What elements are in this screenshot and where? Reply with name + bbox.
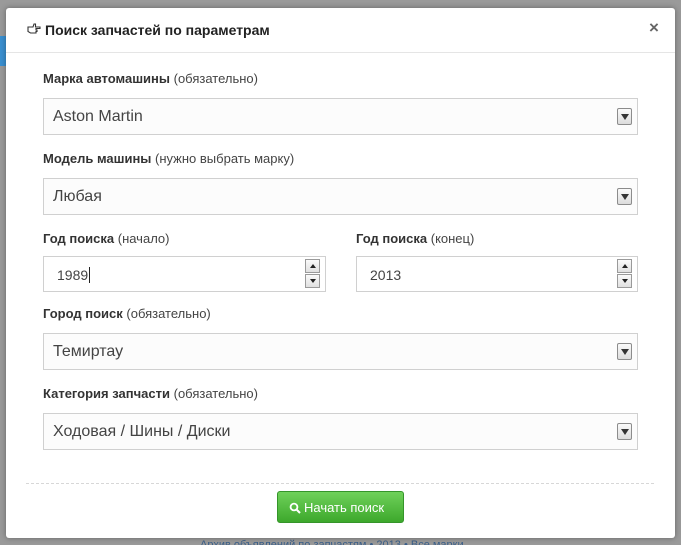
footer-divider bbox=[26, 483, 654, 484]
spin-down-icon[interactable] bbox=[305, 274, 320, 288]
category-label: Категория запчасти (обязательно) bbox=[43, 386, 258, 401]
city-select[interactable]: Темиртау bbox=[43, 333, 638, 370]
start-search-button[interactable]: Начать поиск bbox=[277, 491, 404, 523]
modal-title: Поиск запчастей по параметрам bbox=[45, 22, 270, 38]
spin-down-icon[interactable] bbox=[617, 274, 632, 288]
city-select-value: Темиртау bbox=[53, 343, 124, 360]
hand-point-right-icon bbox=[27, 22, 41, 36]
search-modal: Поиск запчастей по параметрам × Марка ав… bbox=[6, 8, 675, 538]
model-select-value: Любая bbox=[53, 188, 102, 205]
spin-up-icon[interactable] bbox=[305, 259, 320, 273]
chevron-down-icon[interactable] bbox=[617, 423, 632, 440]
category-select[interactable]: Ходовая / Шины / Диски bbox=[43, 413, 638, 450]
brand-select[interactable]: Aston Martin bbox=[43, 98, 638, 135]
model-select[interactable]: Любая bbox=[43, 178, 638, 215]
year-to-label: Год поиска (конец) bbox=[356, 231, 475, 246]
year-to-input[interactable]: 2013 bbox=[356, 256, 638, 292]
brand-select-value: Aston Martin bbox=[53, 108, 143, 125]
year-from-label: Год поиска (начало) bbox=[43, 231, 170, 246]
city-label: Город поиск (обязательно) bbox=[43, 306, 211, 321]
year-from-input[interactable]: 1989 bbox=[43, 256, 326, 292]
chevron-down-icon[interactable] bbox=[617, 343, 632, 360]
chevron-down-icon[interactable] bbox=[617, 108, 632, 125]
spin-up-icon[interactable] bbox=[617, 259, 632, 273]
close-button[interactable]: × bbox=[649, 18, 659, 38]
year-from-value: 1989 bbox=[57, 267, 91, 283]
chevron-down-icon[interactable] bbox=[617, 188, 632, 205]
start-search-label: Начать поиск bbox=[304, 500, 385, 515]
model-label: Модель машины (нужно выбрать марку) bbox=[43, 151, 295, 166]
category-select-value: Ходовая / Шины / Диски bbox=[53, 423, 231, 440]
search-icon bbox=[289, 501, 301, 519]
year-to-value: 2013 bbox=[370, 267, 402, 283]
brand-label: Марка автомашины (обязательно) bbox=[43, 71, 258, 86]
modal-header: Поиск запчастей по параметрам × bbox=[6, 8, 675, 53]
